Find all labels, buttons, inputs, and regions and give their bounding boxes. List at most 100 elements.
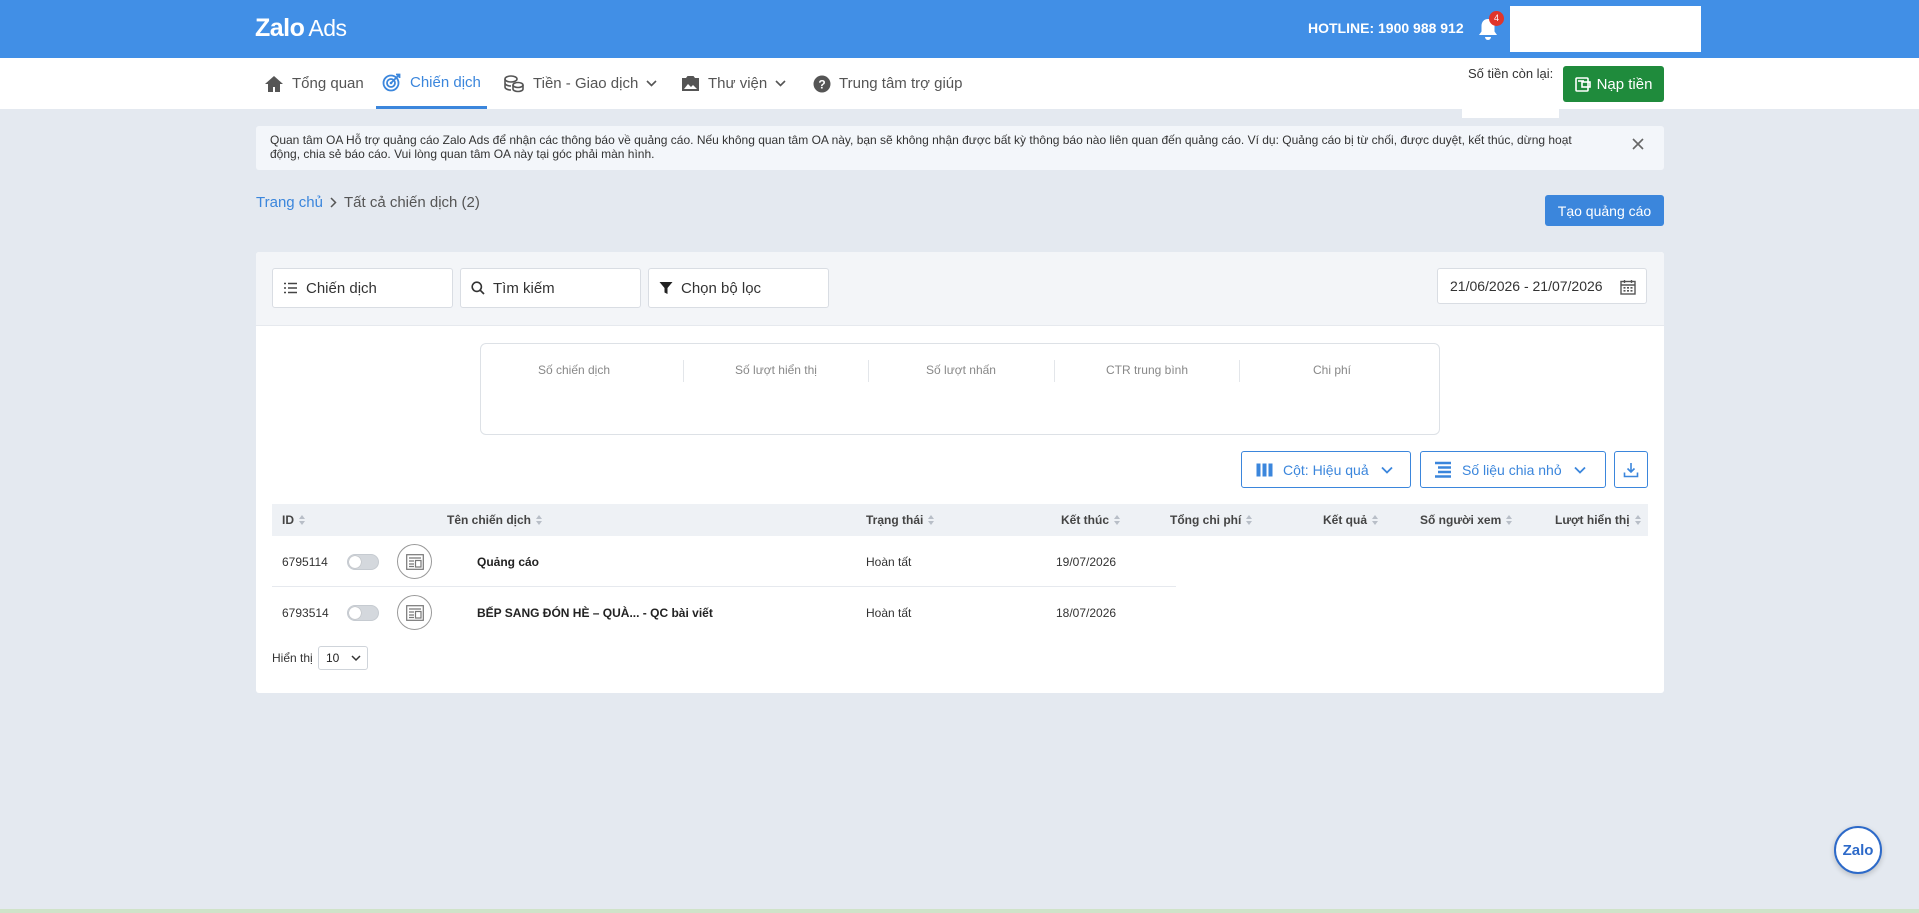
breakdown-select-label: Số liệu chia nhỏ [1462,461,1562,478]
sort-icon [928,515,935,525]
header-label: Số người xem [1420,513,1502,527]
nav-item-overview[interactable]: Tổng quan [264,58,364,109]
header-label: Trạng thái [866,513,924,527]
campaign-id: 6795114 [282,554,328,569]
nav-label: Chiến dịch [410,73,481,91]
level-select-label: Chiến dịch [306,279,377,297]
logo-sub-text: Ads [308,15,347,41]
svg-text:?: ? [818,77,825,91]
search-icon [471,281,485,295]
column-header-viewers[interactable]: Số người xem [1420,504,1513,536]
column-header-spend[interactable]: Tổng chi phí [1170,504,1253,536]
header-label: ID [282,513,294,527]
table-row[interactable]: 6793514 BẾP SANG ĐÓN HÈ – QUÀ... - QC bà… [272,587,1176,638]
download-icon [1623,462,1639,477]
summary-cost: Chi phí [1312,363,1352,377]
nav-item-library[interactable]: Thư viện [681,58,786,109]
post-ad-icon [397,595,432,630]
column-header-end[interactable]: Kết thúc [1061,504,1121,536]
column-header-status[interactable]: Trạng thái [866,504,935,536]
hotline-text: HOTLINE: 1900 988 912 [1308,20,1464,36]
search-input[interactable]: Tìm kiếm [460,268,641,308]
summary-box: Số chiến dịch Số lượt hiển thị Số lượt n… [480,343,1440,435]
breadcrumb-home-link[interactable]: Trang chủ [256,194,323,211]
user-account-box[interactable] [1510,6,1701,52]
zalo-chat-button[interactable]: Zalo [1834,826,1882,874]
column-header-id[interactable]: ID [282,504,306,536]
page-size-select[interactable]: 10 [318,646,368,670]
sort-icon [299,515,306,525]
column-header-name[interactable]: Tên chiến dịch [447,504,543,536]
columns-select[interactable]: Cột: Hiệu quả [1241,451,1411,488]
zalo-chat-label: Zalo [1842,841,1874,859]
breadcrumb: Trang chủ Tất cả chiến dịch (2) [256,194,480,211]
chevron-down-icon [1380,466,1393,474]
image-icon [682,76,699,91]
nav-item-money-transactions[interactable]: Tiền - Giao dịch [503,58,657,109]
page-size-value: 10 [326,651,340,665]
chevron-down-icon [775,80,786,87]
nav-item-campaigns[interactable]: Chiến dịch [376,58,487,109]
campaign-name[interactable]: Quảng cáo [477,536,539,587]
sort-icon [1634,515,1642,525]
balance-value-box [1462,88,1559,118]
breakdown-select[interactable]: Số liệu chia nhỏ [1420,451,1606,488]
list-icon [284,282,297,294]
topup-label: Nạp tiền [1596,75,1653,93]
columns-icon [1256,463,1273,476]
nav-label: Tổng quan [292,75,364,92]
sort-icon [1246,515,1253,525]
summary-campaign-count: Số chiến dịch [537,363,611,377]
breakdown-icon [1435,461,1451,478]
columns-select-label: Cột: Hiệu quả [1283,461,1369,478]
calendar-icon [1620,280,1636,295]
bottom-bar [0,909,1919,913]
campaign-toggle[interactable] [347,605,379,621]
campaign-status: Hoàn tất [866,554,912,569]
chevron-down-icon [351,655,361,662]
campaign-status: Hoàn tất [866,605,912,620]
search-placeholder: Tìm kiếm [493,279,555,297]
logo-text: Zalo [255,14,305,42]
date-range-value: 21/06/2026 - 21/07/2026 [1450,278,1603,294]
target-icon [382,73,401,92]
header-label: Kết quả [1323,513,1368,527]
notification-badge: 4 [1489,11,1504,26]
column-header-impressions[interactable]: Lượt hiển thị [1555,504,1642,536]
home-icon [265,75,283,92]
funnel-icon [659,282,673,294]
nav-label: Tiền - Giao dịch [533,75,639,92]
balance-label: Số tiền còn lại: [1468,66,1554,81]
filter-select-label: Chọn bộ lọc [681,279,762,297]
campaign-name[interactable]: BẾP SANG ĐÓN HÈ – QUÀ... - QC bài viết [477,587,713,638]
zalo-ads-logo[interactable]: Zalo Ads [255,14,347,43]
chevron-right-icon [330,197,337,208]
campaign-id: 6793514 [282,605,329,620]
filter-select[interactable]: Chọn bộ lọc [648,268,829,308]
campaign-toggle[interactable] [347,554,379,570]
date-range-picker[interactable]: 21/06/2026 - 21/07/2026 [1437,268,1647,304]
level-select[interactable]: Chiến dịch [272,268,453,308]
download-button[interactable] [1614,451,1648,488]
create-ad-button[interactable]: Tạo quảng cáo [1545,195,1664,226]
help-icon: ? [813,75,831,92]
sort-icon [1506,515,1513,525]
close-icon[interactable] [1630,136,1646,152]
nav-label: Trung tâm trợ giúp [839,75,963,92]
wallet-icon [1574,76,1591,92]
nav-label: Thư viện [708,75,768,92]
oa-notice-banner: Quan tâm OA Hỗ trợ quảng cáo Zalo Ads để… [256,126,1664,170]
sort-icon [1372,515,1379,525]
header-label: Kết thúc [1061,513,1109,527]
topup-button[interactable]: Nạp tiền [1563,66,1664,102]
campaign-end-date: 19/07/2026 [1056,554,1117,569]
sort-icon [536,515,543,525]
chevron-down-icon [646,80,657,87]
table-header: ID Tên chiến dịch Trạng thái Kết thúc Tổ… [272,504,1648,536]
page-size-label: Hiển thị [272,651,313,665]
table-row[interactable]: 6795114 Quảng cáo Hoàn tất 19/07/2026 [272,536,1176,587]
campaign-end-date: 18/07/2026 [1056,605,1117,620]
sort-icon [1114,515,1121,525]
column-header-result[interactable]: Kết quả [1323,504,1379,536]
nav-item-help-center[interactable]: ? Trung tâm trợ giúp [813,58,963,109]
